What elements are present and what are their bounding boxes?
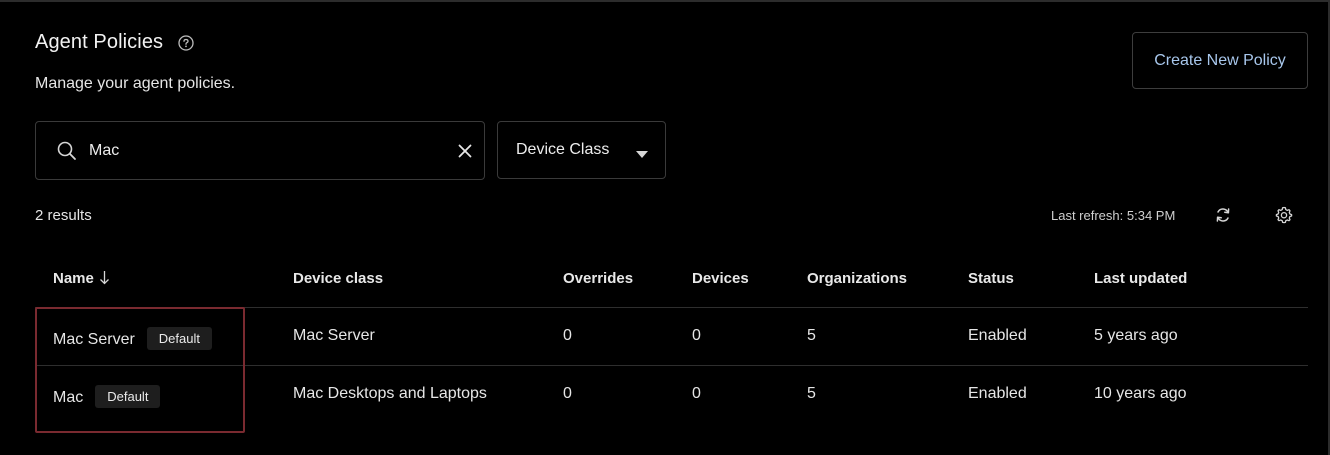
caret-down-icon (636, 146, 648, 158)
policy-name-cell[interactable]: Mac Server Default (53, 327, 212, 350)
column-header-last-updated[interactable]: Last updated (1094, 270, 1187, 287)
close-icon[interactable] (456, 142, 474, 160)
default-badge: Default (146, 327, 212, 350)
policy-name-cell[interactable]: Mac Default (53, 385, 161, 408)
column-header-name-label: Name (53, 270, 94, 287)
page-title: Agent Policies (35, 31, 164, 53)
table-row[interactable]: Mac Server Default Mac Server 0 0 5 Enabl… (35, 308, 1308, 366)
policy-name: Mac (53, 389, 84, 406)
devices-cell: 0 (692, 385, 701, 402)
results-count: 2 results (35, 207, 92, 224)
overrides-cell: 0 (563, 327, 572, 344)
device-class-dropdown-label: Device Class (516, 141, 610, 158)
device-class-cell: Mac Server (293, 327, 375, 344)
column-header-name[interactable]: Name (53, 270, 110, 287)
last-updated-cell: 10 years ago (1094, 385, 1187, 402)
device-class-dropdown[interactable]: Device Class (497, 121, 666, 179)
policy-name: Mac Server (53, 331, 135, 348)
last-updated-cell: 5 years ago (1094, 327, 1178, 344)
create-new-policy-button[interactable]: Create New Policy (1132, 32, 1308, 89)
frame-top-border (0, 0, 1330, 2)
refresh-icon[interactable] (1214, 206, 1232, 224)
policies-table: Name Device class Overrides Devices Orga… (35, 251, 1308, 424)
last-refresh-text: Last refresh: 5:34 PM (1051, 208, 1176, 223)
help-circle-icon[interactable] (178, 34, 194, 51)
arrow-down-icon (99, 270, 110, 285)
table-row[interactable]: Mac Default Mac Desktops and Laptops 0 0 … (35, 366, 1308, 424)
column-header-status[interactable]: Status (968, 270, 1014, 287)
organizations-cell: 5 (807, 327, 816, 344)
column-header-device-class[interactable]: Device class (293, 270, 383, 287)
gear-icon[interactable] (1275, 206, 1293, 224)
title-row: Agent Policies (35, 31, 194, 54)
default-badge: Default (95, 385, 161, 408)
devices-cell: 0 (692, 327, 701, 344)
search-input[interactable] (89, 140, 429, 162)
status-cell: Enabled (968, 327, 1027, 344)
column-header-overrides[interactable]: Overrides (563, 270, 633, 287)
overrides-cell: 0 (563, 385, 572, 402)
column-header-organizations[interactable]: Organizations (807, 270, 907, 287)
status-cell: Enabled (968, 385, 1027, 402)
search-icon (56, 140, 78, 162)
organizations-cell: 5 (807, 385, 816, 402)
device-class-cell: Mac Desktops and Laptops (293, 385, 487, 402)
table-header-row: Name Device class Overrides Devices Orga… (35, 251, 1308, 308)
search-box[interactable] (35, 121, 485, 180)
column-header-devices[interactable]: Devices (692, 270, 749, 287)
page-subtitle: Manage your agent policies. (35, 75, 236, 92)
